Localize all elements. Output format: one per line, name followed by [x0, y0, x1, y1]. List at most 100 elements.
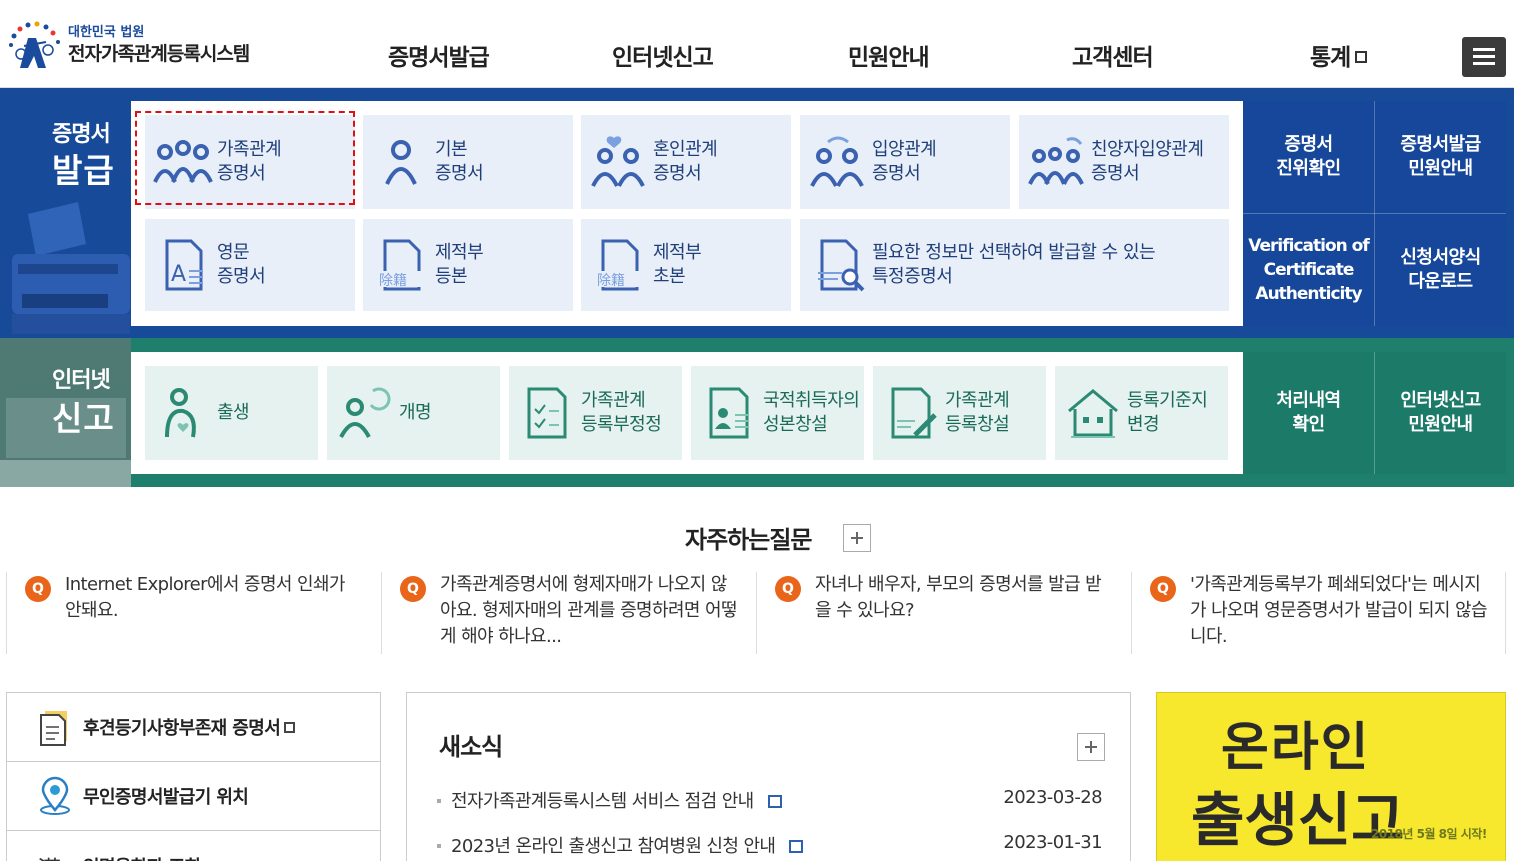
doc-search-icon [818, 239, 865, 292]
faq-item[interactable]: Q Internet Explorer에서 증명서 인쇄가 안돼요. [6, 572, 381, 654]
tile-full-adoption-cert[interactable]: 친양자입양관계 증명서 [1019, 115, 1229, 209]
site-header: 대한민국 법원 전자가족관계등록시스템 증명서발급 인터넷신고 민원안내 고객센… [0, 0, 1514, 88]
nav-customer-center[interactable]: 고객센터 [1072, 38, 1154, 72]
tile-register-correction[interactable]: 가족관계등록부정정 [509, 366, 682, 460]
tile-line2: 변경 [1127, 414, 1160, 435]
quick-cert-verify[interactable]: 증명서 진위확인 [1243, 101, 1374, 213]
news-date: 2023-01-31 [1003, 832, 1102, 853]
svg-text:A: A [171, 262, 186, 287]
couple-heart-icon [591, 136, 645, 187]
link-label: 인명용한자 조회 [83, 853, 201, 861]
tile-line2: 특정증명서 [872, 266, 953, 287]
house-icon [1068, 389, 1118, 438]
news-box: 새소식 전자가족관계등록시스템 서비스 점검 안내 2023-03-28 202… [406, 692, 1131, 861]
tile-marriage-cert[interactable]: 혼인관계 증명서 [581, 115, 791, 209]
bullet [437, 799, 441, 803]
online-birth-report-banner[interactable]: 온라인 출생신고 2018년 5월 8일 시작! [1156, 692, 1506, 861]
tile-rename-report[interactable]: 개명 [327, 366, 500, 460]
faq-more-button[interactable] [843, 524, 871, 552]
tile-removed-register-copy[interactable]: 除籍 제적부 등본 [363, 219, 573, 311]
tile-line1: 가족관계 [945, 390, 1010, 411]
faq-item[interactable]: Q 가족관계증명서에 형제자매가 나오지 않아요. 형제자매의 관계를 증명하려… [381, 572, 756, 654]
quick-line2: 민원안내 [1408, 414, 1473, 435]
tile-line1: 국적취득자의 [763, 390, 860, 411]
faq-title: 자주하는질문 [685, 526, 812, 554]
quick-links-box: 후견등기사항부존재 증명서 무인증명서발급기 위치 漢 인명용한자 조회 [6, 692, 381, 861]
news-more-button[interactable] [1077, 733, 1105, 761]
tile-birth-report[interactable]: 출생 [145, 366, 318, 460]
tile-line2: 등본 [435, 266, 468, 287]
banner-line1: 온라인 [1221, 718, 1371, 778]
tile-specific-cert[interactable]: 필요한 정보만 선택하여 발급할 수 있는 특정증명서 [800, 219, 1229, 311]
tile-line1: 출생 [217, 402, 250, 423]
svg-text:除籍: 除籍 [597, 272, 625, 289]
link-hanja-search[interactable]: 漢 인명용한자 조회 [7, 831, 380, 861]
tile-english-cert[interactable]: A 영문 증명서 [145, 219, 355, 311]
tile-line1: 기본 [435, 139, 468, 160]
nav-statistics[interactable]: 통계 [1310, 38, 1368, 72]
person-icon [385, 140, 417, 185]
tile-register-creation[interactable]: 가족관계등록창설 [873, 366, 1046, 460]
tile-line2: 등록창설 [945, 414, 1010, 435]
tile-removed-register-abstract[interactable]: 除籍 제적부 초본 [581, 219, 791, 311]
quick-report-guide[interactable]: 인터넷신고민원안내 [1375, 352, 1506, 474]
news-date: 2023-03-28 [1003, 787, 1102, 808]
section-label-line2: 신고 [52, 399, 115, 438]
hamburger-menu-button[interactable] [1462, 37, 1506, 77]
faq-q-icon: Q [25, 576, 51, 602]
quick-line1: 인터넷신고 [1400, 390, 1481, 411]
tile-nationality-surname[interactable]: 국적취득자의 성본창설 [691, 366, 864, 460]
report-panel: 출생 개명 가족관계 등록부정정 국적취득자의 성본창설 가족관계 등록창설 등… [131, 352, 1243, 474]
svg-text:漢: 漢 [37, 856, 61, 861]
faq-item[interactable]: Q 자녀나 배우자, 부모의 증명서를 발급 받을 수 있나요? [756, 572, 1131, 654]
tile-adoption-cert[interactable]: 입양관계 증명서 [800, 115, 1010, 209]
report-section-label: 인터넷 신고 [0, 338, 131, 487]
english-doc-icon: A [165, 239, 203, 291]
quick-line1: 신청서양식 [1400, 247, 1481, 268]
tile-line1: 입양관계 [872, 139, 937, 160]
tile-basic-cert[interactable]: 기본 증명서 [363, 115, 573, 209]
nav-civil-guide[interactable]: 민원안내 [848, 38, 930, 72]
link-label: 후견등기사항부존재 증명서 [83, 718, 281, 739]
link-kiosk-location[interactable]: 무인증명서발급기 위치 [7, 762, 380, 831]
quick-cert-guide[interactable]: 증명서발급 민원안내 [1375, 101, 1506, 213]
faq-q-icon: Q [775, 576, 801, 602]
family-adoption-icon [1028, 137, 1084, 185]
link-guardianship-cert[interactable]: 후견등기사항부존재 증명서 [7, 693, 380, 762]
checklist-doc-icon [527, 387, 567, 439]
tile-line2: 증명서 [653, 163, 702, 184]
news-item[interactable]: 전자가족관계등록시스템 서비스 점검 안내 2023-03-28 [437, 787, 1103, 813]
quick-line2: Certificate [1263, 260, 1355, 280]
location-pin-icon [40, 776, 70, 815]
site-logo[interactable]: 대한민국 법원 전자가족관계등록시스템 [6, 20, 250, 72]
quick-verification-authenticity[interactable]: Verification of Certificate Authenticity [1243, 214, 1374, 326]
tile-line1: 가족관계 [581, 390, 646, 411]
faq-question: 자녀나 배우자, 부모의 증명서를 발급 받을 수 있나요? [815, 574, 1102, 621]
quick-form-download[interactable]: 신청서양식 다운로드 [1375, 214, 1506, 326]
banner-line2: 출생신고 [1191, 786, 1405, 854]
birth-icon [165, 388, 196, 438]
faq-q-icon: Q [1150, 576, 1176, 602]
printer-icon [12, 202, 130, 334]
document-icon [789, 840, 804, 853]
link-label: 무인증명서발급기 위치 [83, 787, 249, 808]
faq-question: 가족관계증명서에 형제자매가 나오지 않아요. 형제자매의 관계를 증명하려면 … [440, 574, 738, 647]
faq-question: '가족관계등록부가 폐쇄되었다'는 메시지가 나오며 영문증명서가 발급이 되지… [1190, 574, 1488, 647]
certificate-panel: 가족관계 증명서 기본 증명서 혼인관계 증명서 입양관계 증명서 친양자입양관… [131, 101, 1243, 326]
faq-item[interactable]: Q '가족관계등록부가 폐쇄되었다'는 메시지가 나오며 영문증명서가 발급이 … [1131, 572, 1506, 654]
quick-process-status[interactable]: 처리내역 확인 [1243, 352, 1374, 474]
logo-subtitle: 대한민국 법원 [68, 25, 145, 40]
nav-internet-report[interactable]: 인터넷신고 [612, 38, 714, 72]
tile-line2: 등록부정정 [581, 414, 662, 435]
svg-text:除籍: 除籍 [379, 272, 407, 289]
document-icon [40, 711, 67, 746]
faq-q-icon: Q [400, 576, 426, 602]
news-item[interactable]: 2023년 온라인 출생신고 참여병원 신청 안내 2023-01-31 [437, 832, 1103, 858]
tile-line1: 제적부 [653, 242, 702, 263]
tile-line2: 증명서 [217, 266, 266, 287]
nav-certificate[interactable]: 증명서발급 [388, 38, 490, 72]
divider [1243, 213, 1506, 214]
banner-date: 2018년 5월 8일 시작! [1371, 827, 1487, 841]
news-text: 2023년 온라인 출생신고 참여병원 신청 안내 [451, 836, 776, 857]
tile-base-change[interactable]: 등록기준지 변경 [1055, 366, 1228, 460]
